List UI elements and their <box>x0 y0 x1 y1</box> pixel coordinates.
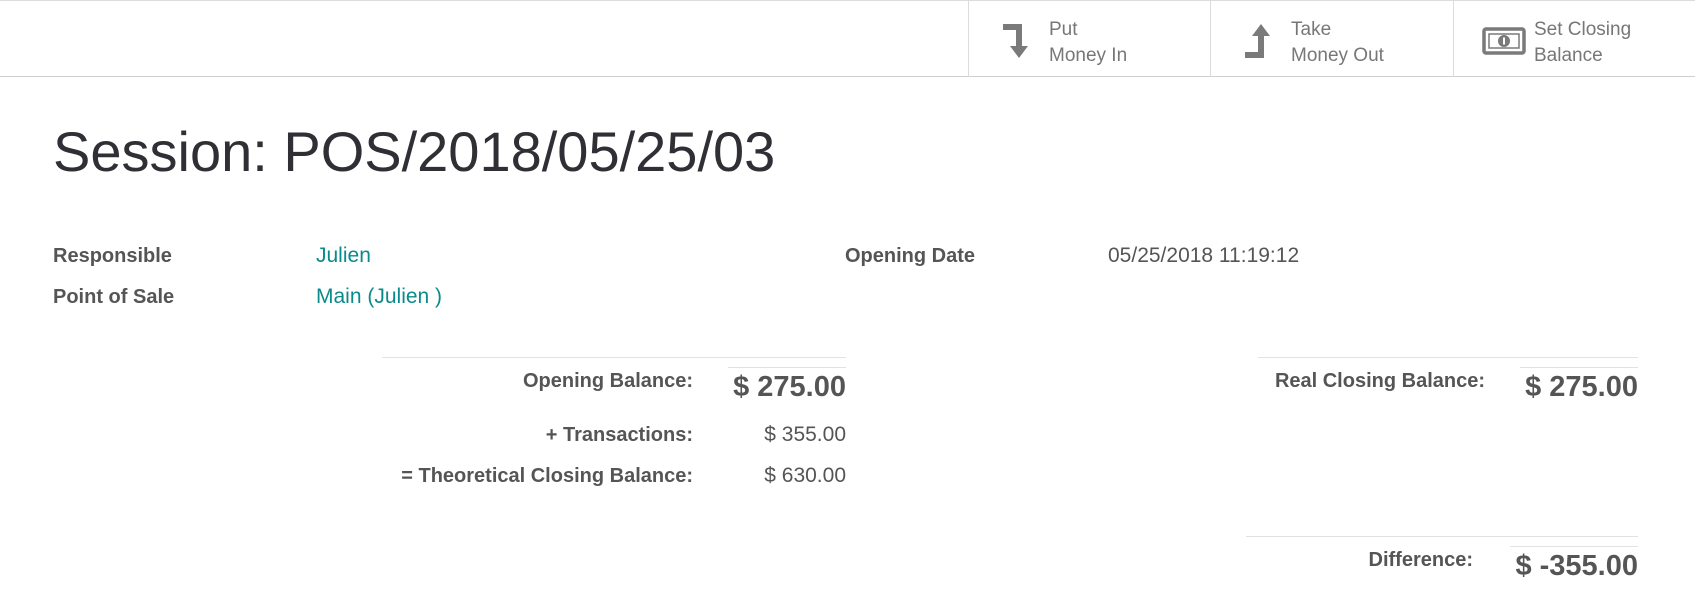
page-title: Session: POS/2018/05/25/03 <box>53 120 776 183</box>
point-of-sale-label: Point of Sale <box>53 286 175 308</box>
set-closing-balance-line1: Set Closing <box>1534 19 1632 40</box>
set-closing-balance-label: Set Closing Balance <box>1534 17 1631 69</box>
theoretical-closing-value: $ 630.00 <box>764 464 846 487</box>
real-closing-balance-value: $ 275.00 <box>1525 371 1638 403</box>
take-money-out-button[interactable]: Take Money Out <box>1210 1 1453 77</box>
control-panel: Put Money In Take Money Out Set Closing … <box>0 0 1695 77</box>
opening-date-value: 05/25/2018 11:19:12 <box>1108 244 1300 267</box>
set-closing-balance-button[interactable]: Set Closing Balance <box>1453 1 1695 77</box>
put-money-in-button[interactable]: Put Money In <box>968 1 1210 77</box>
opening-value-divider <box>728 367 846 368</box>
difference-label: Difference: <box>1368 549 1473 571</box>
set-closing-balance-line2: Balance <box>1534 45 1603 66</box>
put-money-in-line1: Put <box>1049 19 1078 40</box>
opening-date-label: Opening Date <box>845 245 976 267</box>
responsible-label: Responsible <box>53 245 172 267</box>
opening-balance-label: Opening Balance: <box>522 370 693 392</box>
take-money-out-label: Take Money Out <box>1291 17 1384 69</box>
take-money-out-line1: Take <box>1291 19 1332 40</box>
put-money-in-label: Put Money In <box>1049 17 1127 69</box>
transactions-label: + Transactions: <box>545 424 693 446</box>
real-closing-value-divider <box>1520 367 1638 368</box>
difference-value-divider <box>1510 546 1638 547</box>
transactions-value: $ 355.00 <box>764 423 846 446</box>
theoretical-closing-label: = Theoretical Closing Balance: <box>401 465 693 487</box>
arrow-turn-down-icon <box>1003 24 1028 58</box>
real-closing-balance-label: Real Closing Balance: <box>1274 370 1485 392</box>
opening-balance-value: $ 275.00 <box>733 371 846 403</box>
real-closing-top-divider <box>1258 357 1638 358</box>
arrow-turn-up-icon <box>1245 24 1270 58</box>
balance-top-divider <box>382 357 846 358</box>
point-of-sale-link[interactable]: Main (Julien ) <box>316 285 442 309</box>
difference-top-divider <box>1246 536 1638 537</box>
responsible-link[interactable]: Julien <box>316 244 371 268</box>
take-money-out-line2: Money Out <box>1291 45 1384 66</box>
difference-value: $ -355.00 <box>1515 550 1638 582</box>
money-bill-icon <box>1482 27 1526 55</box>
put-money-in-line2: Money In <box>1049 45 1128 66</box>
